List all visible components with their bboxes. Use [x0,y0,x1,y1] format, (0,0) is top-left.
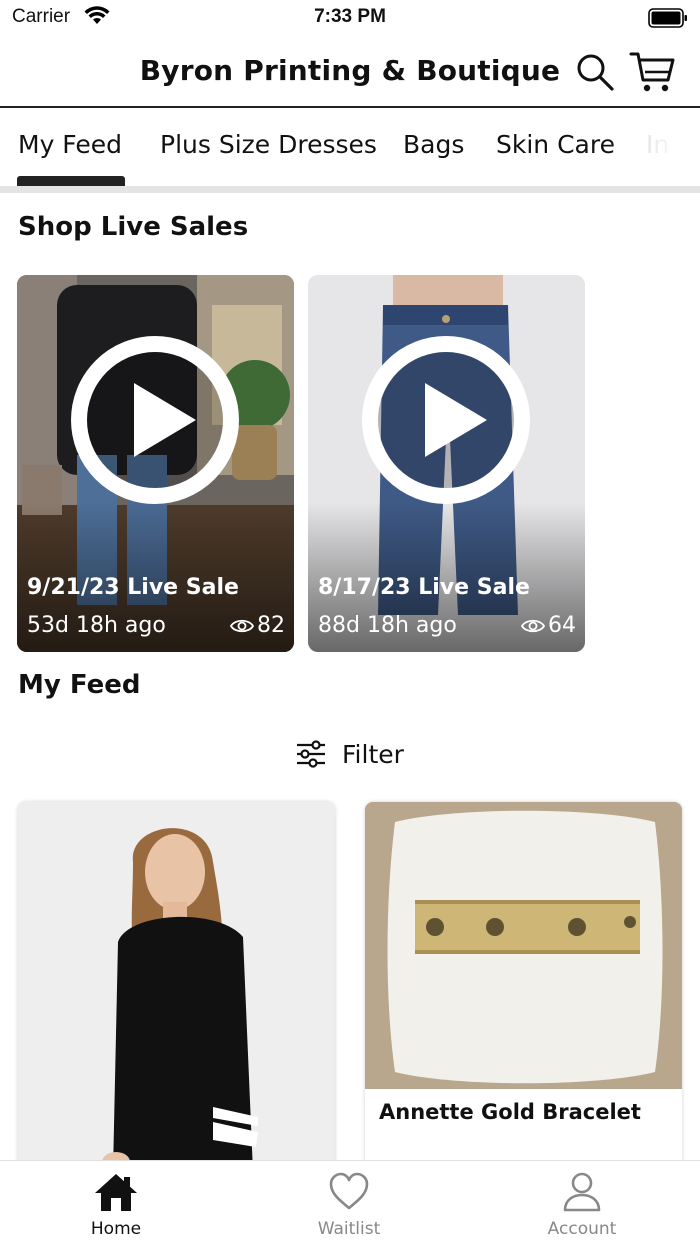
live-sale-card[interactable]: 9/21/23 Live Sale 53d 18h ago 82 [17,275,294,652]
product-image [365,802,682,1089]
nav-home[interactable]: Home [56,1171,176,1239]
app-header: Byron Printing & Boutique [0,36,700,108]
tab-my-feed[interactable]: My Feed [18,130,122,159]
eye-icon [230,619,254,632]
view-count-value: 82 [257,613,285,638]
tabs-divider [0,186,700,193]
live-sale-card[interactable]: 8/17/23 Live Sale 88d 18h ago 64 [308,275,585,652]
tab-skin-care[interactable]: Skin Care [496,130,615,159]
bottom-tab-bar: Home Waitlist Account [0,1160,700,1244]
live-sale-title: 9/21/23 Live Sale [27,575,239,600]
view-count-value: 64 [548,613,576,638]
nav-waitlist-label: Waitlist [317,1219,381,1239]
cart-icon[interactable] [628,50,676,94]
nav-account[interactable]: Account [522,1171,642,1239]
product-name: Annette Gold Bracelet [379,1100,641,1124]
tabs-fade [610,110,700,186]
search-icon[interactable] [575,52,615,92]
tab-plus-size-dresses[interactable]: Plus Size Dresses [160,130,377,159]
filter-sliders-icon [297,740,325,768]
view-count: 82 [230,613,285,638]
view-count: 64 [521,613,576,638]
product-image [18,802,335,1172]
nav-waitlist[interactable]: Waitlist [289,1171,409,1239]
live-sale-age: 53d 18h ago [27,613,166,638]
person-icon [563,1172,601,1212]
heart-icon [329,1172,369,1210]
filter-button[interactable]: Filter [296,736,404,772]
category-tabs: My Feed Plus Size Dresses Bags Skin Care… [0,110,700,186]
clock: 7:33 PM [314,6,386,27]
nav-account-label: Account [547,1219,617,1239]
eye-icon [521,619,545,632]
home-icon [95,1174,137,1211]
status-bar: Carrier 7:33 PM [0,0,700,36]
play-icon[interactable] [361,335,531,505]
battery-icon [648,8,688,32]
live-sales-heading: Shop Live Sales [18,212,249,242]
active-tab-indicator [17,176,125,186]
nav-home-label: Home [90,1219,142,1239]
filter-label: Filter [342,739,404,769]
play-icon[interactable] [70,335,240,505]
tab-bags[interactable]: Bags [403,130,464,159]
product-card[interactable] [18,802,335,1172]
product-card[interactable]: Annette Gold Bracelet [365,802,682,1172]
my-feed-heading: My Feed [18,670,141,700]
live-sale-title: 8/17/23 Live Sale [318,575,530,600]
live-sale-age: 88d 18h ago [318,613,457,638]
